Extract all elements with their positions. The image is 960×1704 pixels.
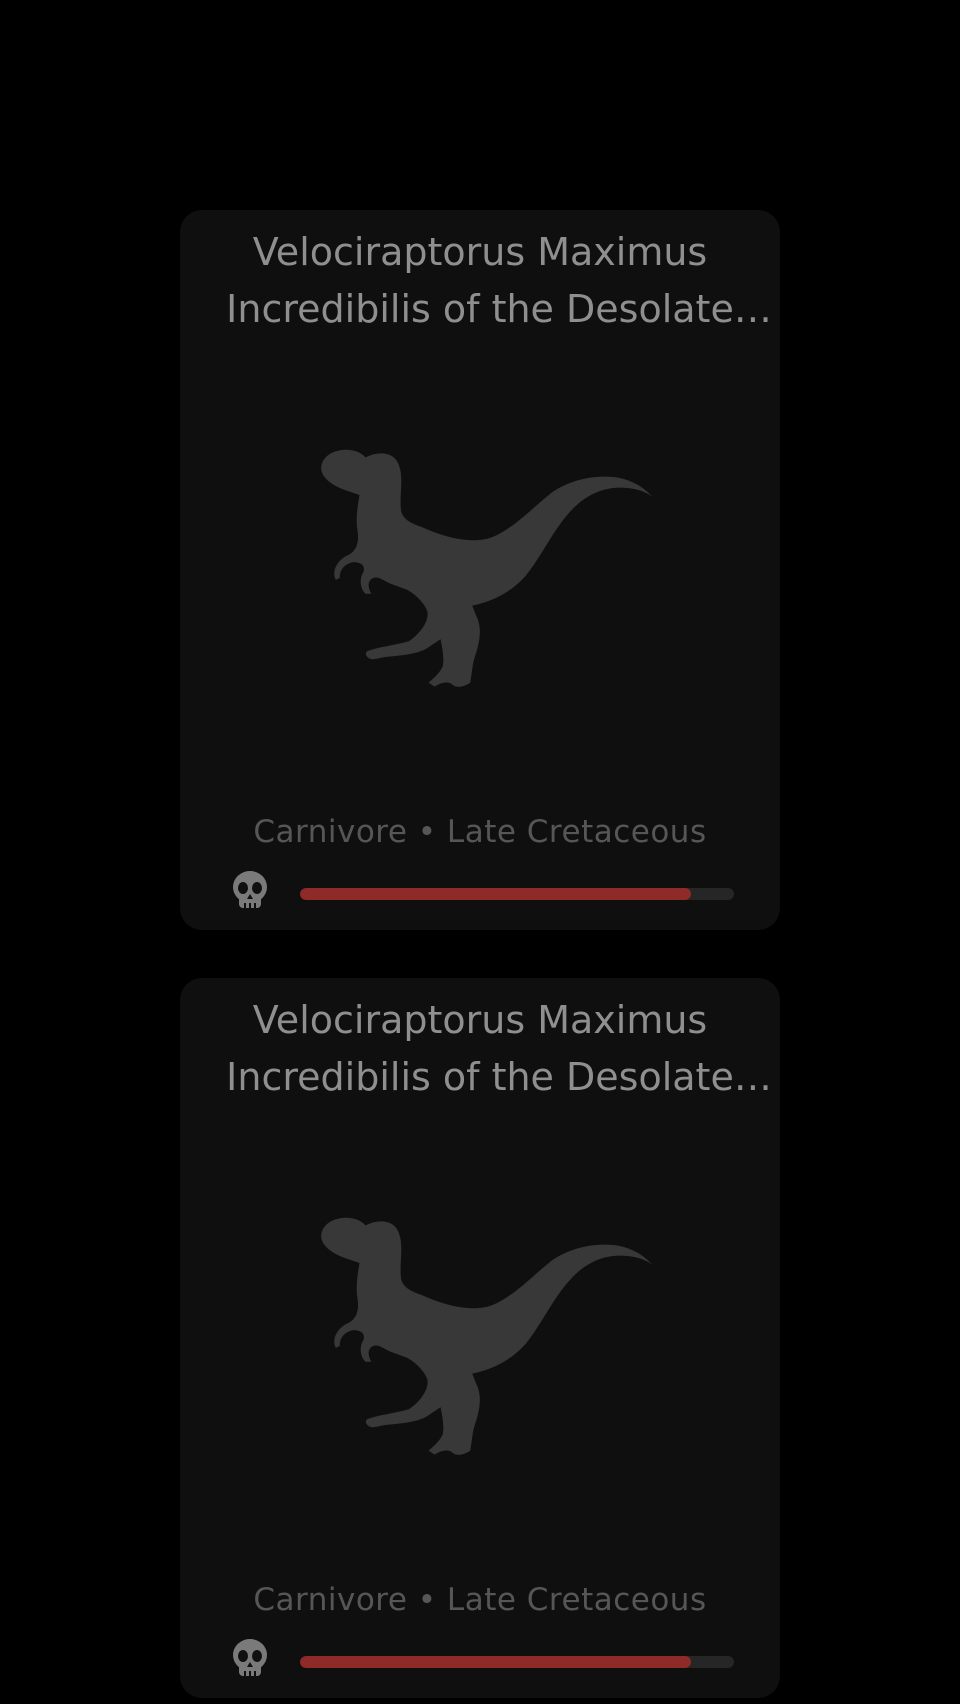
skull-icon — [230, 1638, 270, 1682]
dinosaur-meta: Carnivore • Late Cretaceous — [253, 814, 707, 850]
raptor-silhouette-icon — [318, 1210, 654, 1474]
danger-bar-fill — [300, 888, 691, 900]
danger-meter — [230, 870, 734, 914]
skull-icon — [230, 870, 270, 914]
dinosaur-name: Velociraptorus Maximus Incredibilis of t… — [226, 230, 734, 331]
danger-bar-fill — [300, 1656, 691, 1668]
danger-bar-track — [300, 1656, 734, 1668]
dinosaur-meta: Carnivore • Late Cretaceous — [253, 1582, 707, 1618]
dinosaur-card[interactable]: Velociraptorus Maximus Incredibilis of t… — [180, 210, 780, 930]
danger-meter — [230, 1638, 734, 1682]
dinosaur-name: Velociraptorus Maximus Incredibilis of t… — [226, 998, 734, 1099]
dinosaur-card[interactable]: Velociraptorus Maximus Incredibilis of t… — [180, 978, 780, 1698]
raptor-silhouette-icon — [318, 442, 654, 706]
danger-bar-track — [300, 888, 734, 900]
